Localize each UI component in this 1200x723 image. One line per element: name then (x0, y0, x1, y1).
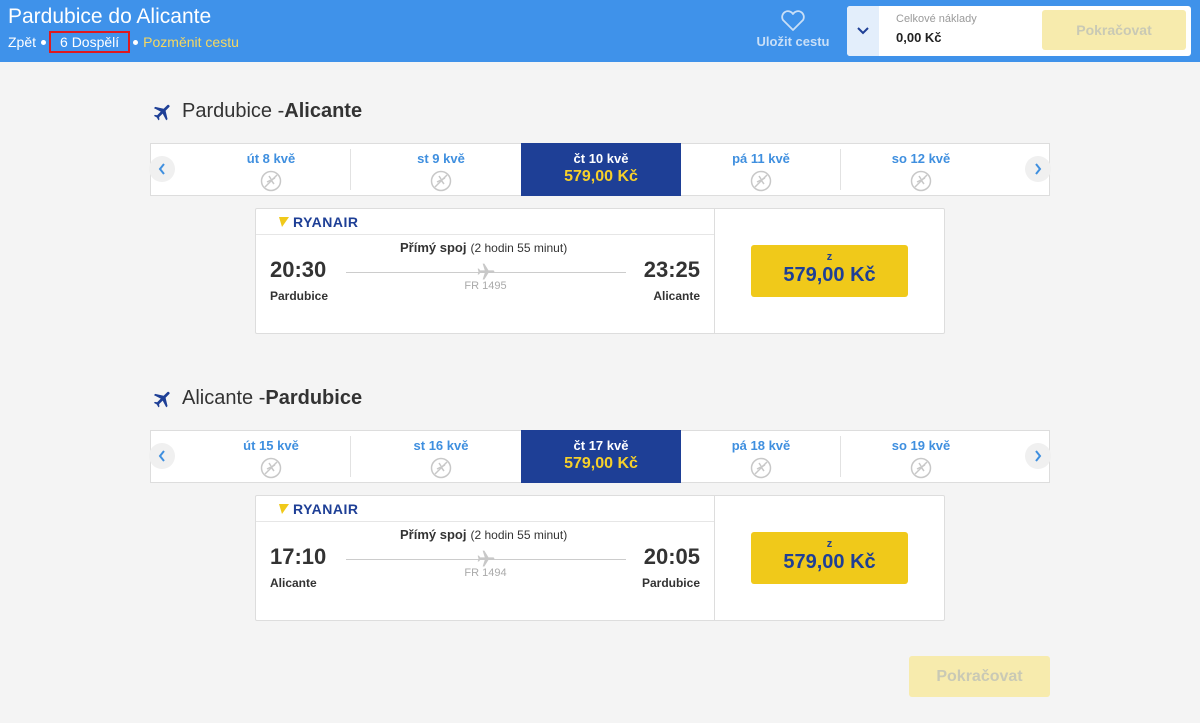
change-trip-link[interactable]: Pozměnit cestu (143, 34, 239, 50)
date-option[interactable]: st 16 kvě (361, 430, 521, 483)
date-label: so 12 kvě (891, 151, 951, 166)
plane-icon (477, 550, 495, 567)
no-flight-icon (750, 170, 772, 192)
continue-button-top[interactable]: Pokračovat (1042, 10, 1186, 50)
fare-price: 579,00 Kč (783, 264, 876, 286)
date-price: 579,00 Kč (564, 168, 638, 185)
separator-dot (133, 39, 139, 45)
flight-number: FR 1495 (464, 280, 507, 292)
inbound-heading: Alicante - Pardubice (152, 387, 362, 410)
flight-number: FR 1494 (464, 567, 507, 579)
flight-details: RYANAIR Přímý spoj (2 hodin 55 minut) 17:… (256, 496, 715, 620)
chevron-right-icon (1035, 163, 1042, 175)
date-option[interactable]: so 19 kvě (841, 430, 1001, 483)
date-label: so 19 kvě (891, 438, 951, 453)
price-from-label: z (826, 251, 833, 263)
fare-price: 579,00 Kč (783, 551, 876, 573)
date-label: čt 10 kvě (573, 151, 629, 166)
carrier-bar: RYANAIR (256, 209, 714, 235)
page-title: Pardubice do Alicante (8, 5, 212, 28)
continue-button[interactable]: Pokračovat (909, 656, 1050, 697)
date-label: pá 11 kvě (732, 151, 790, 166)
inbound-to: Pardubice (265, 387, 363, 409)
plane-icon (477, 263, 495, 280)
outbound-from: Pardubice - (182, 100, 285, 122)
carrier-name: RYANAIR (293, 214, 359, 230)
flight-type: Přímý spoj (2 hodin 55 minut) (400, 240, 568, 255)
no-flight-icon (430, 457, 452, 479)
date-label: út 15 kvě (243, 438, 299, 453)
date-label: út 8 kvě (246, 151, 296, 166)
heart-icon (781, 10, 805, 31)
flight-duration: (2 hodin 55 minut) (470, 241, 568, 255)
date-option[interactable]: pá 18 kvě (681, 430, 841, 483)
date-option[interactable]: út 15 kvě (191, 430, 351, 483)
select-fare-button[interactable]: z 579,00 Kč (751, 245, 908, 297)
top-bar: Pardubice do Alicante Zpět 6 Dospělí Poz… (0, 0, 1200, 62)
summary-toggle[interactable] (847, 6, 879, 56)
trip-summary: Celkové náklady 0,00 Kč Pokračovat (847, 6, 1191, 56)
date-price: 579,00 Kč (564, 455, 638, 472)
save-trip-label: Uložit cestu (756, 34, 830, 49)
no-flight-icon (750, 457, 772, 479)
inbound-flight-card: RYANAIR Přímý spoj (2 hodin 55 minut) 17:… (255, 495, 945, 621)
flight-type: Přímý spoj (2 hodin 55 minut) (400, 527, 568, 542)
next-dates-button[interactable] (1025, 156, 1051, 182)
save-trip-button[interactable]: Uložit cestu (752, 10, 834, 49)
no-flight-icon (430, 170, 452, 192)
total-cost-value: 0,00 Kč (896, 30, 942, 45)
date-label: čt 17 kvě (573, 438, 629, 453)
outbound-heading: Pardubice - Alicante (152, 100, 362, 123)
chevron-right-icon (1035, 450, 1042, 462)
outbound-to: Alicante (284, 100, 363, 122)
date-label: st 9 kvě (417, 151, 465, 166)
ryanair-logo: RYANAIR (278, 501, 358, 517)
no-flight-icon (260, 457, 282, 479)
ryanair-logo: RYANAIR (278, 214, 358, 230)
back-link[interactable]: Zpět (8, 34, 36, 50)
date-option-selected[interactable]: čt 17 kvě 579,00 Kč (521, 430, 681, 483)
no-flight-icon (260, 170, 282, 192)
flight-details: RYANAIR Přímý spoj (2 hodin 55 minut) 20:… (256, 209, 715, 333)
plane-icon (153, 104, 170, 120)
harp-icon (279, 504, 289, 514)
date-label: pá 18 kvě (731, 438, 791, 453)
plane-icon (153, 391, 170, 407)
next-dates-button[interactable] (1025, 443, 1051, 469)
prev-dates-button[interactable] (149, 156, 175, 182)
carrier-bar: RYANAIR (256, 496, 714, 522)
passengers-link[interactable]: 6 Dospělí (49, 31, 131, 53)
outbound-date-strip: út 8 kvě st 9 kvě čt 10 kvě 579,00 Kč pá… (149, 143, 1051, 196)
chevron-down-icon (857, 27, 869, 35)
date-option[interactable]: so 12 kvě (841, 143, 1001, 196)
date-label: st 16 kvě (413, 438, 469, 453)
inbound-from: Alicante - (182, 387, 266, 409)
date-option[interactable]: pá 11 kvě (681, 143, 841, 196)
flight-duration: (2 hodin 55 minut) (470, 528, 568, 542)
total-cost-label: Celkové náklady (896, 13, 977, 25)
select-fare-button[interactable]: z 579,00 Kč (751, 532, 908, 584)
chevron-left-icon (158, 163, 165, 175)
trip-subnav: Zpět 6 Dospělí Pozměnit cestu (8, 31, 239, 53)
no-flight-icon (910, 457, 932, 479)
prev-dates-button[interactable] (149, 443, 175, 469)
date-option-selected[interactable]: čt 10 kvě 579,00 Kč (521, 143, 681, 196)
no-flight-icon (910, 170, 932, 192)
inbound-date-strip: út 15 kvě st 16 kvě čt 17 kvě 579,00 Kč … (149, 430, 1051, 483)
date-option[interactable]: st 9 kvě (361, 143, 521, 196)
chevron-left-icon (158, 450, 165, 462)
separator-dot (41, 39, 47, 45)
outbound-flight-card: RYANAIR Přímý spoj (2 hodin 55 minut) 20:… (255, 208, 945, 334)
date-option[interactable]: út 8 kvě (191, 143, 351, 196)
carrier-name: RYANAIR (293, 501, 359, 517)
price-from-label: z (826, 538, 833, 550)
harp-icon (279, 217, 289, 227)
